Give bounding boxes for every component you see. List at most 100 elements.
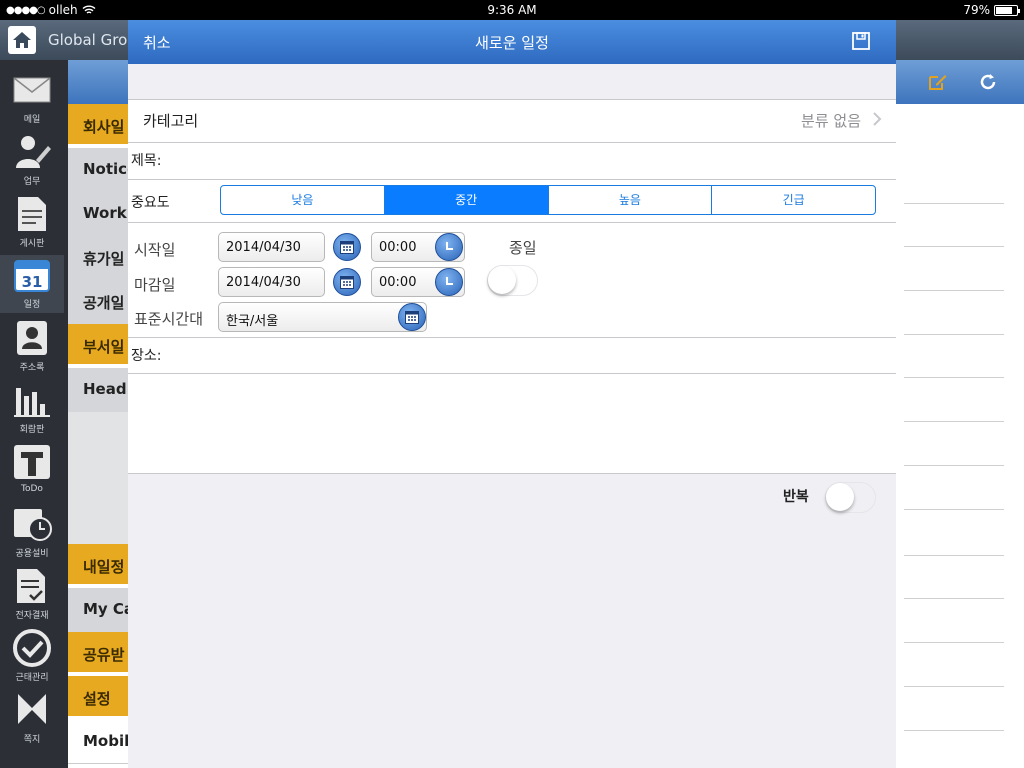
list-item (68, 412, 128, 456)
sidebar-item[interactable]: 주소록 (0, 318, 64, 376)
priority-option[interactable]: 중간 (384, 186, 549, 214)
list-item[interactable]: 회사일 (68, 104, 128, 144)
divider (128, 99, 896, 100)
list-item (68, 500, 128, 544)
status-right: 79% (963, 3, 1020, 17)
attendance-icon (12, 628, 52, 668)
edit-icon[interactable] (928, 73, 948, 91)
sidebar-item[interactable]: ToDo (0, 442, 64, 500)
sidebar-item-label: 회람판 (19, 425, 45, 435)
sidebar-item[interactable]: 31 일정 (0, 255, 64, 313)
location-label: 장소: (131, 348, 162, 364)
svg-text:31: 31 (22, 273, 43, 291)
end-date-field[interactable]: 2014/04/30 (218, 267, 325, 297)
sidebar-item[interactable]: 회람판 (0, 380, 64, 438)
approval-icon (12, 566, 52, 606)
calendar-icon: 31 (12, 255, 52, 295)
repeat-label: 반복 (783, 489, 809, 505)
priority-label: 중요도 (131, 195, 170, 211)
end-date-picker-button[interactable] (333, 268, 361, 296)
timezone-picker-button[interactable] (398, 303, 426, 331)
description-textarea[interactable] (128, 374, 896, 473)
contacts-icon (12, 318, 52, 358)
sidebar-item[interactable]: 근태관리 (0, 628, 64, 686)
sidebar-item-label: 메일 (23, 115, 41, 125)
end-time-picker-button[interactable] (435, 268, 463, 296)
battery-fill (996, 6, 1012, 14)
priority-option[interactable]: 높음 (549, 186, 713, 214)
start-time-picker-button[interactable] (435, 233, 463, 261)
new-event-modal: 취소 새로운 일정 카테고리 분류 없음 제목: 중요도 낮음 중간 높음 긴급 시작… (128, 20, 896, 768)
clock-icon (446, 242, 453, 250)
category-value: 분류 없음 (801, 112, 861, 130)
list-item[interactable]: 공개일 (68, 280, 128, 324)
todo-icon (12, 442, 52, 482)
sidebar-item-label: 공용설비 (15, 549, 49, 559)
mail-icon (12, 70, 52, 110)
home-icon (13, 32, 31, 48)
list-item[interactable]: 내일정 (68, 544, 128, 584)
list-item[interactable]: My Ca (68, 588, 128, 632)
end-label: 마감일 (134, 276, 176, 294)
allday-label: 종일 (509, 239, 537, 257)
chart-icon (12, 380, 52, 420)
priority-option[interactable]: 낮음 (221, 186, 385, 214)
list-item[interactable]: Notice (68, 148, 128, 192)
refresh-icon[interactable] (978, 72, 998, 92)
location-row[interactable]: 장소: (128, 338, 896, 373)
modal-header: 취소 새로운 일정 (128, 20, 896, 64)
priority-option[interactable]: 긴급 (712, 186, 875, 214)
memo-icon (12, 690, 52, 730)
category-label: 카테고리 (143, 112, 199, 130)
list-item[interactable]: Mobil (68, 720, 128, 764)
category-row[interactable]: 카테고리 분류 없음 (128, 100, 896, 142)
list-item[interactable]: 휴가일 (68, 236, 128, 280)
home-button[interactable] (8, 26, 36, 54)
timezone-label: 표준시간대 (134, 310, 204, 328)
start-date-field[interactable]: 2014/04/30 (218, 232, 325, 262)
allday-toggle[interactable] (487, 265, 538, 296)
sidebar-item-label: 전자결재 (15, 611, 49, 621)
datetime-section: 시작일 2014/04/30 00:00 종일 마감일 2014/04/30 0… (128, 223, 896, 337)
calendar-icon (405, 311, 419, 324)
sidebar-item[interactable]: 업무 (0, 132, 64, 190)
battery-icon (994, 4, 1020, 16)
facility-icon (12, 504, 52, 544)
save-icon[interactable] (852, 32, 870, 50)
sidebar-item-label: 게시판 (19, 239, 45, 249)
sidebar-item[interactable]: 공용설비 (0, 504, 64, 562)
list-item[interactable]: 공유받 (68, 632, 128, 672)
list-item[interactable]: Head (68, 368, 128, 412)
sidebar-item[interactable]: 전자결재 (0, 566, 64, 624)
battery-percent: 79% (963, 3, 990, 17)
sidebar-item-label: 업무 (23, 177, 41, 187)
priority-segmented-control[interactable]: 낮음 중간 높음 긴급 (220, 185, 876, 215)
list-item (68, 456, 128, 500)
repeat-toggle[interactable] (825, 482, 876, 513)
sidebar: 메일업무게시판 31 일정주소록회람판 ToDo 공용설비전자결재근태관리쪽지 (0, 60, 68, 768)
modal-title: 새로운 일정 (475, 34, 549, 52)
subject-label: 제목: (131, 153, 162, 169)
sidebar-item[interactable]: 쪽지 (0, 690, 64, 748)
start-date-picker-button[interactable] (333, 233, 361, 261)
clock-icon (446, 277, 453, 285)
list-item[interactable]: Work (68, 192, 128, 236)
task-icon (12, 132, 52, 172)
sidebar-item-label: 쪽지 (23, 735, 41, 745)
subject-row[interactable]: 제목: (128, 143, 896, 179)
sidebar-item-label: 근태관리 (15, 673, 49, 683)
sidebar-item-label: 주소록 (19, 363, 45, 373)
sidebar-item[interactable]: 게시판 (0, 194, 64, 252)
list-item[interactable]: 부서일 (68, 324, 128, 364)
sidebar-item-label: 일정 (23, 300, 41, 310)
timezone-field[interactable]: 한국/서울 (218, 302, 427, 332)
status-bar: ●●●●○ olleh 9:36 AM 79% (0, 0, 1024, 20)
list-item[interactable]: 설정 (68, 676, 128, 716)
sidebar-item-label: ToDo (21, 484, 43, 494)
status-time: 9:36 AM (487, 3, 537, 17)
calendar-icon (340, 276, 354, 289)
app-title: Global Grou (48, 31, 137, 49)
toggle-knob (488, 266, 516, 294)
sidebar-item[interactable]: 메일 (0, 70, 64, 128)
calendar-icon (340, 241, 354, 254)
